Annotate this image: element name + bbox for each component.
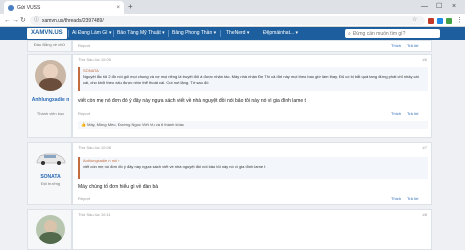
post-text: Máy chúng tố đơn hiểu gì về đàn bà: [78, 184, 158, 190]
reply-button[interactable]: Trả lời: [407, 43, 418, 48]
nav-divider: [68, 30, 69, 37]
quote-author[interactable]: Anhlungxadie n nói ›: [80, 157, 428, 164]
browser-toolbar: ← → ↻ ⓘ xamvn.us/threads/2397489/ ☆ ⋮: [0, 14, 465, 27]
forum-post: Thứ Sáu lúc 10:11 #8: [27, 209, 432, 250]
post-number[interactable]: #8: [423, 212, 427, 217]
minimize-button[interactable]: —: [421, 2, 428, 12]
username[interactable]: SONATA: [28, 174, 73, 180]
reply-button[interactable]: Trả lời: [407, 196, 418, 201]
likes-summary: 👍 Máy, Mông Mèo, Đường Ngọc Viết Vu và 6…: [78, 121, 428, 129]
like-button[interactable]: Thích: [391, 111, 401, 116]
post-date[interactable]: Thứ Sáu lúc 10:08: [78, 145, 111, 150]
post-number[interactable]: #6: [423, 57, 427, 62]
report-link[interactable]: Report: [78, 43, 90, 48]
avatar[interactable]: [35, 60, 66, 91]
address-bar[interactable]: ⓘ xamvn.us/threads/2397489/: [30, 16, 425, 25]
like-button[interactable]: Thích: [391, 43, 401, 48]
user-title: Thành viên bọc: [36, 111, 65, 116]
browser-tab[interactable]: Gửi VUSS ×: [4, 1, 124, 14]
quote-block: SONATA Nguyệt lắc tôi 2 đồ nói gối mọi c…: [78, 67, 428, 91]
bookmark-star-icon[interactable]: ☆: [412, 16, 417, 23]
likes-text[interactable]: Máy, Mông Mèo, Đường Ngọc Viết Vu và 6 t…: [87, 122, 184, 127]
report-link[interactable]: Report: [78, 111, 90, 116]
search-icon: ⌕: [348, 30, 351, 37]
post-body: Thứ Sáu lúc 10:11 #8: [72, 209, 432, 250]
tab-title: Gửi VUSS: [17, 4, 41, 11]
report-link[interactable]: Report: [78, 196, 90, 201]
reply-button[interactable]: Trả lời: [407, 111, 418, 116]
site-logo[interactable]: XAMVN.US: [27, 28, 67, 39]
post-date[interactable]: Thứ Sáu lúc 10:11: [78, 212, 111, 217]
site-favicon-icon: [8, 4, 14, 11]
post-body: Thứ Sáu lúc 10:08 #7 Anhlungxadie n nói …: [72, 142, 432, 205]
post-author: Đầu Bằng về chữ: [27, 40, 72, 52]
post-author: Anhlungxadie n Thành viên bọc: [27, 54, 72, 138]
extension-icon[interactable]: [428, 18, 434, 24]
search-input[interactable]: [352, 30, 439, 37]
forum-post: Đầu Bằng về chữ Report Thích Trả lời: [27, 40, 432, 52]
site-search[interactable]: ⌕: [345, 29, 440, 38]
reload-icon[interactable]: ↻: [20, 16, 26, 25]
post-number[interactable]: #7: [423, 145, 427, 150]
new-tab-button[interactable]: +: [128, 2, 133, 12]
forum-post: SONATA Đội trưởng Thứ Sáu lúc 10:08 #7 A…: [27, 142, 432, 205]
forum-post: Anhlungxadie n Thành viên bọc Thứ Sáu lú…: [27, 54, 432, 138]
browser-tabstrip: Gửi VUSS × + — ☐ ×: [0, 0, 465, 14]
nav-divider: [113, 30, 114, 37]
post-body: Report Thích Trả lời: [72, 40, 432, 52]
extension-icon[interactable]: [437, 18, 443, 24]
quote-block: Anhlungxadie n nói › viết còn mẹ nó đơn …: [78, 157, 428, 179]
avatar[interactable]: [35, 150, 67, 166]
nav-item-user[interactable]: Đệpmáinhat... ▾: [263, 27, 298, 40]
site-navbar: XAMVN.US Ai Đang Làm Gì ▾ Bảo Tàng Mỹ Th…: [0, 27, 465, 40]
nav-divider: [220, 30, 221, 37]
quote-text: viết còn mẹ nó đơn đó ý đây này ngựa sác…: [83, 164, 266, 169]
quote-text: Nguyệt lắc tôi 2 đồ nói gối mọi chung và…: [83, 74, 419, 85]
user-title: Đầu Bằng về chữ: [33, 42, 66, 47]
post-date[interactable]: Thứ Sáu lúc 10:05: [78, 57, 111, 62]
nav-divider: [168, 30, 169, 37]
nav-item-art-museum[interactable]: Bảo Tàng Mỹ Thuật ▾: [117, 27, 165, 40]
post-text: viết còn mẹ nó đơn đó ý đây này ngựa sác…: [78, 98, 306, 104]
post-body: Thứ Sáu lúc 10:05 #6 SONATA Nguyệt lắc t…: [72, 54, 432, 138]
thumbs-up-icon: 👍: [81, 122, 86, 127]
forward-arrow-icon[interactable]: →: [12, 16, 19, 25]
nav-item-ranking[interactable]: Bảng Phong Thần ▾: [172, 27, 216, 40]
window-close-button[interactable]: ×: [452, 2, 456, 12]
user-title: Đội trưởng: [40, 181, 61, 186]
info-icon: ⓘ: [34, 17, 40, 23]
nav-item-activity[interactable]: Ai Đang Làm Gì ▾: [72, 27, 111, 40]
extension-icon[interactable]: [446, 18, 452, 24]
nav-item-thenerd[interactable]: TheNerd ▾: [226, 27, 249, 40]
car-avatar-icon: [36, 153, 66, 165]
maximize-button[interactable]: ☐: [436, 2, 442, 12]
post-author: SONATA Đội trưởng: [27, 142, 72, 205]
tab-close-icon[interactable]: ×: [116, 5, 120, 11]
address-url: xamvn.us/threads/2397489/: [42, 17, 104, 24]
menu-icon[interactable]: ⋮: [456, 16, 463, 25]
avatar[interactable]: [36, 215, 65, 244]
like-button[interactable]: Thích: [391, 196, 401, 201]
post-author: [27, 209, 72, 250]
back-arrow-icon[interactable]: ←: [4, 16, 11, 25]
quote-author[interactable]: SONATA: [80, 67, 428, 74]
username[interactable]: Anhlungxadie n: [28, 97, 73, 103]
